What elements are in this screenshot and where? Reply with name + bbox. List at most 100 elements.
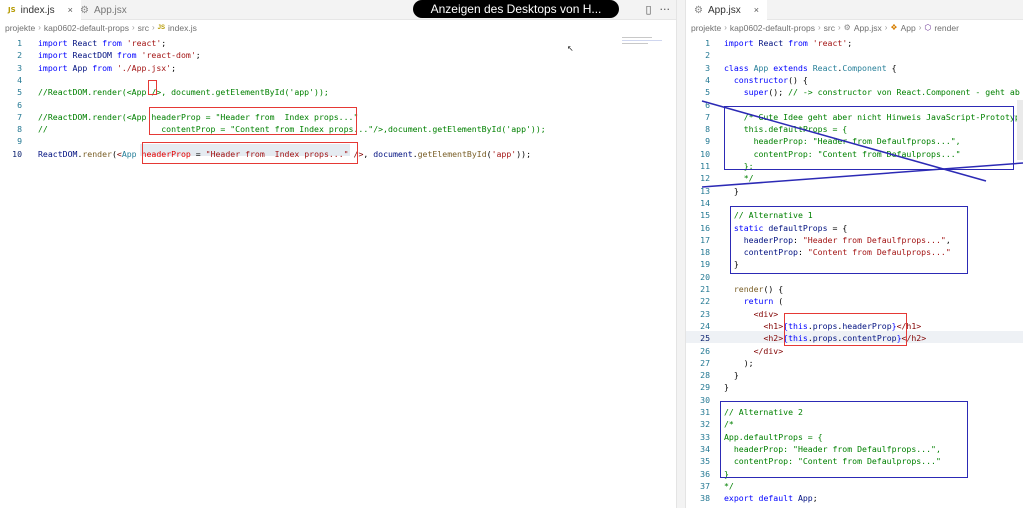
right-editor-pane: ⚙ App.jsx × projekte › kap0602-default-p… [686, 0, 1023, 508]
line-number: 35 [700, 456, 710, 467]
chevron-right-icon: › [38, 23, 41, 32]
line-number: 24 [700, 320, 710, 331]
breadcrumb-item[interactable]: App.jsx [854, 23, 882, 33]
code-line[interactable]: 26 </div> [686, 345, 1023, 357]
code-line[interactable]: 3 class App extends React.Component { [686, 62, 1023, 74]
line-number: 2 [705, 50, 710, 61]
code-editor-left[interactable]: 1 import React from 'react'; 2 import Reac… [0, 35, 676, 508]
code-token: from [102, 38, 127, 48]
code-line[interactable]: 28 } [686, 369, 1023, 381]
breadcrumb: projekte › kap0602-default-props › src ›… [0, 20, 676, 35]
code-token: constructor [733, 74, 789, 85]
code-line[interactable]: 37 */ [686, 480, 1023, 492]
line-number: 17 [700, 234, 710, 245]
code-token: extends [773, 62, 813, 73]
breadcrumb-item[interactable]: kap0602-default-props [44, 23, 129, 33]
code-token: React [758, 38, 789, 48]
line-number: 27 [700, 357, 710, 368]
line-number: 37 [700, 480, 710, 491]
line-number: 23 [700, 308, 710, 319]
close-icon[interactable]: × [754, 5, 759, 15]
code-text: */ [724, 480, 734, 492]
code-token: import [38, 62, 73, 73]
code-line[interactable]: 2 [686, 49, 1023, 61]
code-text: return ( [724, 295, 783, 307]
red-annotation-box [784, 313, 907, 346]
split-editor-icon[interactable]: ▯ [645, 3, 651, 16]
code-token: App [797, 493, 813, 504]
code-line[interactable]: 21 render() { [686, 283, 1023, 295]
code-token: React [812, 62, 838, 73]
tab-app-jsx[interactable]: ⚙ App.jsx × [686, 0, 768, 20]
red-annotation-box [149, 107, 357, 135]
chevron-right-icon: › [817, 23, 821, 32]
code-text: class App extends React.Component { [724, 62, 897, 74]
line-number: 4 [17, 74, 22, 85]
breadcrumb-item[interactable]: render [934, 23, 959, 33]
code-token: 'react-dom' [141, 50, 196, 61]
code-line[interactable]: 3 import App from './App.jsx'; [0, 62, 676, 74]
tab-label: App.jsx [93, 4, 127, 16]
code-line[interactable]: 1 import React from 'react'; [0, 37, 676, 49]
line-number: 4 [705, 74, 710, 85]
gear-icon: ⚙ [694, 4, 703, 16]
code-token: <h1> [763, 320, 784, 331]
more-actions-icon[interactable]: ··· [660, 3, 671, 16]
line-number: 36 [700, 468, 710, 479]
line-number: 22 [700, 296, 710, 307]
tab-label: App.jsx [707, 4, 741, 16]
code-line[interactable]: 29} [686, 381, 1023, 393]
code-line[interactable]: 4 constructor() { [686, 74, 1023, 86]
code-token: <h2> [763, 333, 784, 344]
code-token: ReactDOM [72, 50, 117, 61]
tab-index-js[interactable]: JS index.js × [0, 0, 81, 20]
code-token: { [891, 62, 897, 73]
line-number: 3 [17, 62, 22, 73]
code-token: './App.jsx' [116, 62, 172, 73]
minimap[interactable] [622, 37, 668, 47]
code-line[interactable]: 2 import ReactDOM from 'react-dom'; [0, 49, 676, 61]
scrollbar[interactable] [1017, 100, 1023, 160]
code-line[interactable]: 38 export default App; [686, 492, 1023, 504]
breadcrumb-item[interactable]: App [901, 23, 916, 33]
code-token: from [788, 38, 813, 48]
breadcrumb-item[interactable]: index.js [168, 23, 197, 33]
breadcrumb-item[interactable]: kap0602-default-props [730, 23, 815, 33]
code-token: </div> [753, 345, 784, 356]
code-text: ); [724, 357, 754, 369]
line-number: 26 [700, 345, 710, 356]
code-line[interactable]: 27 ); [686, 357, 1023, 369]
breadcrumb-item[interactable]: projekte [691, 23, 721, 33]
blue-annotation-box [730, 206, 968, 274]
gear-icon: ⚙ [80, 4, 89, 16]
code-text: import App from './App.jsx'; [38, 62, 176, 74]
tab-app-jsx-left[interactable]: ⚙ App.jsx [72, 0, 135, 20]
strikethrough-cross [701, 100, 1023, 188]
chevron-right-icon: › [131, 23, 135, 32]
code-token: default [758, 493, 798, 504]
code-token: ; [812, 493, 818, 504]
code-line[interactable]: 5 //ReactDOM.render(<App />, document.get… [0, 86, 676, 98]
code-text: } [724, 381, 729, 393]
line-number: 31 [700, 407, 710, 417]
line-number: 29 [700, 382, 710, 393]
js-file-icon: JS [8, 6, 16, 14]
code-line[interactable]: 4 [0, 74, 676, 86]
code-token: from [116, 50, 142, 61]
chevron-right-icon: › [724, 23, 727, 32]
code-token: document [373, 148, 413, 159]
breadcrumb-item[interactable]: src [824, 23, 835, 33]
code-token: ); [724, 357, 754, 368]
code-line[interactable]: 1 import React from 'react'; [686, 37, 1023, 49]
breadcrumb-item[interactable]: src [138, 23, 149, 33]
split-divider[interactable] [676, 0, 686, 508]
code-line[interactable]: 22 return ( [686, 295, 1023, 307]
code-token: render [82, 148, 112, 159]
line-number: 3 [705, 62, 710, 73]
method-icon: ⬡ [924, 23, 932, 32]
breadcrumb-item[interactable]: projekte [5, 23, 35, 33]
code-token: import [38, 38, 73, 48]
